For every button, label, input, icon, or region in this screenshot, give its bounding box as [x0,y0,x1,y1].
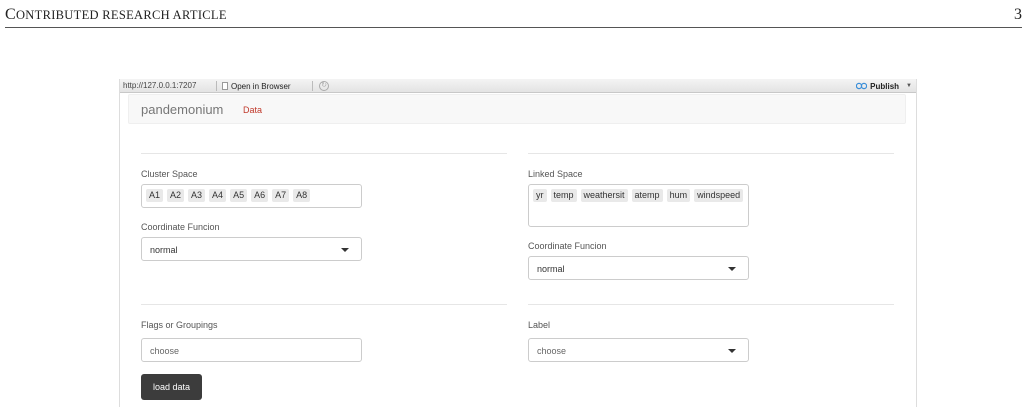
selected-chip[interactable]: atemp [631,189,663,202]
document-icon [222,82,228,90]
label-field-label: Label [528,320,551,330]
chevron-down-icon: ▼ [906,83,912,89]
cluster-space-input[interactable]: A1 A2 A3 A4 A5 A6 A7 A8 [141,184,362,208]
caret-down-icon [341,248,349,252]
selected-chip[interactable]: A3 [188,189,206,202]
section-divider [528,304,894,305]
load-data-button[interactable]: load data [141,374,202,400]
paper-title: CONTRIBUTED RESEARCH ARTICLE [5,6,227,24]
linked-space-label: Linked Space [528,169,583,179]
linked-space-input[interactable]: yr temp weathersit atemp hum windspeed [528,184,749,227]
selected-chip[interactable]: A7 [272,189,290,202]
tab-data[interactable]: Data [243,105,262,115]
selected-chip[interactable]: hum [666,189,691,202]
label-select[interactable]: choose [528,338,749,362]
coordinate-function-value: normal [537,264,565,274]
app-screenshot: http://127.0.0.1:7207 Open in Browser ↻ … [119,79,917,407]
selected-chip[interactable]: A1 [146,189,164,202]
toolbar-divider [312,81,313,91]
open-in-browser-button[interactable]: Open in Browser [222,80,291,92]
page-number: 3 [1014,6,1022,23]
coordinate-function-label: Coordinate Funcion [141,222,220,232]
selected-chip[interactable]: A2 [167,189,185,202]
selected-chip[interactable]: weathersit [580,189,628,202]
refresh-icon[interactable]: ↻ [319,81,329,91]
selected-chip[interactable]: A4 [209,189,227,202]
selected-chip[interactable]: A5 [230,189,248,202]
selected-chip[interactable]: A8 [293,189,311,202]
open-in-browser-label: Open in Browser [231,81,291,91]
selected-chip[interactable]: A6 [251,189,269,202]
cluster-space-label: Cluster Space [141,169,198,179]
coordinate-function-select[interactable]: normal [528,256,749,280]
viewer-toolbar: http://127.0.0.1:7207 Open in Browser ↻ … [120,79,916,93]
linked-space-chips: yr temp weathersit atemp hum windspeed [529,185,748,206]
header-rule [5,27,1022,28]
label-placeholder: choose [537,346,567,356]
section-divider [141,304,507,305]
app-brand[interactable]: pandemonium [141,102,223,117]
publish-label: Publish [870,81,900,91]
title-rest: ONTRIBUTED RESEARCH ARTICLE [15,8,227,22]
flags-groupings-label: Flags or Groupings [141,320,218,330]
coordinate-function-select[interactable]: normal [141,237,362,261]
cluster-space-chips: A1 A2 A3 A4 A5 A6 A7 A8 [142,185,361,206]
section-divider [141,153,507,154]
publish-icon [856,82,868,90]
caret-down-icon [728,267,736,271]
selected-chip[interactable]: temp [550,189,577,202]
title-initial: C [5,6,16,23]
navbar: pandemonium Data [128,94,906,124]
url-text: http://127.0.0.1:7207 [123,81,197,90]
toolbar-divider [216,81,217,91]
section-divider [528,153,894,154]
publish-button[interactable]: Publish ▼ [856,80,912,92]
selected-chip[interactable]: yr [533,189,547,202]
flags-groupings-input[interactable]: choose [141,338,362,362]
selected-chip[interactable]: windspeed [694,189,744,202]
coordinate-function-value: normal [150,245,178,255]
flags-groupings-placeholder: choose [150,346,180,356]
paper-header: CONTRIBUTED RESEARCH ARTICLE 3 [5,4,1022,26]
coordinate-function-label: Coordinate Funcion [528,241,607,251]
caret-down-icon [728,349,736,353]
